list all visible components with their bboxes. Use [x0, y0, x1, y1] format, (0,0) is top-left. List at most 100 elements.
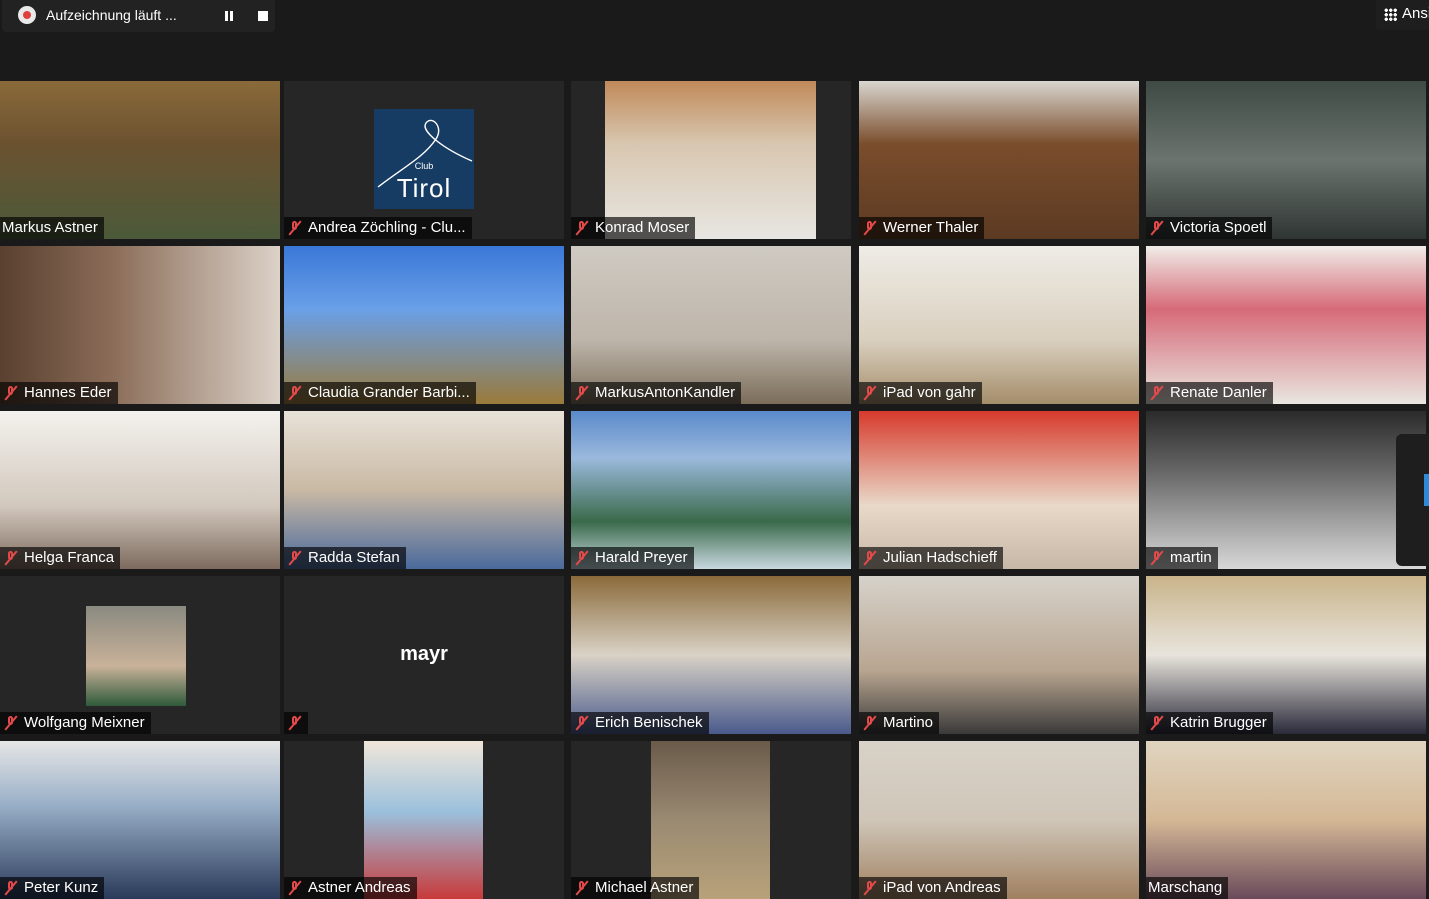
view-button-label: Ansi — [1402, 5, 1429, 22]
participant-tile[interactable]: Peter Kunz — [0, 741, 280, 899]
participant-name: Peter Kunz — [24, 879, 99, 896]
video-off-name: mayr — [400, 643, 448, 665]
club-tirol-logo: Club Tirol — [374, 109, 474, 209]
muted-mic-icon — [1150, 550, 1164, 566]
participant-tile[interactable]: Martino — [859, 576, 1139, 734]
participant-name-tag: MarkusAntonKandler — [571, 382, 742, 404]
participant-name: Marschang — [1148, 879, 1223, 896]
muted-mic-icon — [4, 550, 18, 566]
participant-name-tag: Claudia Grander Barbi... — [284, 382, 476, 404]
muted-mic-icon — [288, 220, 302, 236]
participant-video — [1146, 741, 1426, 899]
muted-mic-icon — [4, 385, 18, 401]
participant-video — [571, 576, 851, 734]
muted-mic-icon — [575, 715, 589, 731]
stop-icon[interactable] — [255, 8, 271, 24]
participant-tile[interactable]: Werner Thaler — [859, 81, 1139, 239]
participant-tile[interactable]: Astner Andreas — [284, 741, 564, 899]
participant-name: Helga Franca — [24, 549, 115, 566]
muted-mic-icon — [288, 880, 302, 896]
grid-icon — [1384, 8, 1397, 21]
participant-tile[interactable]: Hannes Eder — [0, 246, 280, 404]
participant-video — [284, 411, 564, 569]
participant-video — [284, 246, 564, 404]
participant-name: Katrin Brugger — [1170, 714, 1267, 731]
participant-video — [859, 741, 1139, 899]
participant-name: Wolfgang Meixner — [24, 714, 145, 731]
participant-tile[interactable]: Marschang — [1146, 741, 1426, 899]
muted-mic-icon — [288, 385, 302, 401]
muted-mic-icon — [1150, 715, 1164, 731]
participant-tile[interactable]: Markus Astner — [0, 81, 280, 239]
participant-name: MarkusAntonKandler — [595, 384, 736, 401]
participant-tile[interactable]: iPad von Andreas — [859, 741, 1139, 899]
participant-name-tag: Erich Benischek — [571, 712, 709, 734]
participant-tile[interactable]: Erich Benischek — [571, 576, 851, 734]
participant-name-tag: Wolfgang Meixner — [0, 712, 151, 734]
participant-video — [651, 741, 770, 899]
participant-tile[interactable]: Club Tirol Andrea Zöchling - Clu... — [284, 81, 564, 239]
participant-video — [859, 81, 1139, 239]
participant-name: Renate Danler — [1170, 384, 1267, 401]
participant-video — [0, 411, 280, 569]
next-page-handle[interactable] — [1396, 434, 1429, 566]
participant-name: Werner Thaler — [883, 219, 979, 236]
muted-mic-icon — [4, 715, 18, 731]
participant-video — [859, 246, 1139, 404]
participant-tile[interactable]: Renate Danler — [1146, 246, 1426, 404]
muted-mic-icon — [863, 550, 877, 566]
participant-tile[interactable]: Julian Hadschieff — [859, 411, 1139, 569]
participant-name: iPad von gahr — [883, 384, 976, 401]
participant-name-tag: Renate Danler — [1146, 382, 1273, 404]
participant-tile[interactable]: MarkusAntonKandler — [571, 246, 851, 404]
participant-name-tag: Marschang — [1146, 877, 1229, 899]
participant-tile[interactable]: iPad von gahr — [859, 246, 1139, 404]
muted-mic-icon — [863, 385, 877, 401]
participant-tile[interactable]: Claudia Grander Barbi... — [284, 246, 564, 404]
recording-bar: Aufzeichnung läuft ... — [2, 0, 275, 32]
participant-name: Claudia Grander Barbi... — [308, 384, 470, 401]
participant-tile[interactable]: Radda Stefan — [284, 411, 564, 569]
participant-tile[interactable]: mayr — [284, 576, 564, 734]
participant-name-tag: martin — [1146, 547, 1218, 569]
participant-tile[interactable]: martin — [1146, 411, 1426, 569]
participant-name-tag: Konrad Moser — [571, 217, 696, 239]
participant-video — [571, 246, 851, 404]
participant-tile[interactable]: Michael Astner — [571, 741, 851, 899]
participant-name-tag: Julian Hadschieff — [859, 547, 1003, 569]
participant-name-tag: Helga Franca — [0, 547, 121, 569]
muted-mic-icon — [575, 385, 589, 401]
participant-video — [1146, 411, 1426, 569]
pause-icon[interactable] — [221, 8, 237, 24]
participant-tile[interactable]: Helga Franca — [0, 411, 280, 569]
participant-video — [364, 741, 483, 899]
muted-mic-icon — [863, 715, 877, 731]
participant-name-tag: Markus Astner — [0, 217, 104, 239]
muted-mic-icon — [863, 220, 877, 236]
participant-name-tag — [284, 712, 308, 734]
participant-tile[interactable]: Konrad Moser — [571, 81, 851, 239]
recording-status-label: Aufzeichnung läuft ... — [46, 7, 177, 23]
participant-name: Markus Astner — [2, 219, 98, 236]
participant-name-tag: Peter Kunz — [0, 877, 105, 899]
participant-name: Harald Preyer — [595, 549, 688, 566]
participant-tile[interactable]: Harald Preyer — [571, 411, 851, 569]
participant-tile[interactable]: Victoria Spoetl — [1146, 81, 1426, 239]
participant-name: iPad von Andreas — [883, 879, 1001, 896]
view-button[interactable]: Ansi — [1376, 0, 1429, 30]
participant-name-tag: Katrin Brugger — [1146, 712, 1273, 734]
participant-name: Julian Hadschieff — [883, 549, 997, 566]
muted-mic-icon — [863, 880, 877, 896]
participant-video — [86, 606, 186, 706]
participant-name-tag: iPad von Andreas — [859, 877, 1007, 899]
participant-name-tag: Werner Thaler — [859, 217, 985, 239]
participant-name: Michael Astner — [595, 879, 694, 896]
participant-video — [0, 81, 280, 239]
muted-mic-icon — [4, 880, 18, 896]
participant-name-tag: Martino — [859, 712, 940, 734]
participant-tile[interactable]: Katrin Brugger — [1146, 576, 1426, 734]
participant-name-tag: Hannes Eder — [0, 382, 118, 404]
participant-name: Erich Benischek — [595, 714, 703, 731]
participant-tile[interactable]: Wolfgang Meixner — [0, 576, 280, 734]
participant-video — [0, 246, 280, 404]
